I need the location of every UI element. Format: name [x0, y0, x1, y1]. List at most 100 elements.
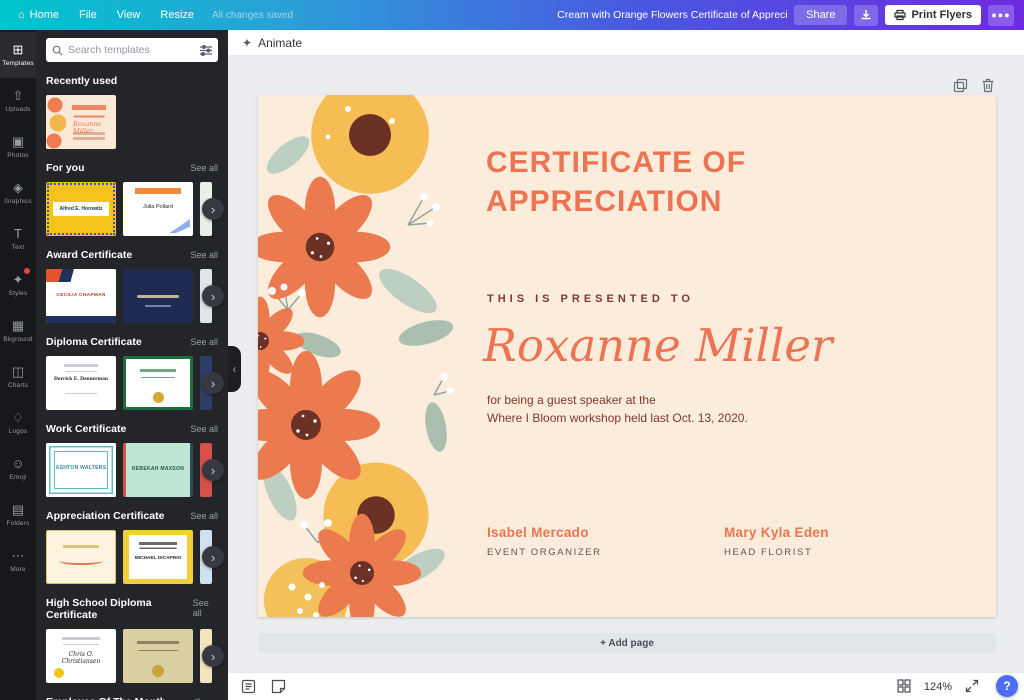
- graphics-icon: ◈: [13, 181, 23, 195]
- template-thumbnail[interactable]: [123, 629, 193, 683]
- download-button[interactable]: [854, 5, 878, 26]
- grid-view-icon: [897, 679, 911, 693]
- panel-collapse-handle[interactable]: ‹: [228, 346, 241, 392]
- template-thumbnail[interactable]: ASHTON WALTERS: [46, 443, 116, 497]
- sidebar-item-charts[interactable]: ◫Charts: [0, 354, 36, 400]
- template-thumbnail[interactable]: CECILIA CHAPMAN: [46, 269, 116, 323]
- print-flyers-button[interactable]: Print Flyers: [885, 5, 981, 25]
- template-thumbnail[interactable]: [123, 356, 193, 410]
- search-box: [46, 38, 218, 62]
- fullscreen-button[interactable]: [964, 679, 980, 695]
- canvas-area: CERTIFICATE OF APPRECIATION THIS IS PRES…: [228, 56, 1024, 672]
- certificate-title[interactable]: CERTIFICATE OF APPRECIATION: [486, 143, 746, 221]
- menu-resize[interactable]: Resize: [150, 0, 204, 30]
- pages-view-button[interactable]: [240, 679, 256, 695]
- rail-item-label: Styles: [9, 290, 28, 297]
- filter-icon[interactable]: [200, 45, 212, 56]
- section-title: Diploma Certificate: [46, 336, 142, 348]
- menu-file[interactable]: File: [69, 0, 107, 30]
- template-section: Award CertificateSee allCECILIA CHAPMAN›: [46, 249, 218, 323]
- printer-icon: [894, 9, 906, 21]
- help-button[interactable]: ?: [996, 675, 1018, 697]
- signature-name: Mary Kyla Eden: [724, 525, 829, 540]
- statusbar: 124%: [228, 672, 1024, 700]
- see-all-link[interactable]: See all: [190, 337, 218, 347]
- animate-button[interactable]: ✦ Animate: [242, 36, 302, 50]
- sidebar-item-more[interactable]: ⋯More: [0, 538, 36, 584]
- delete-page-button[interactable]: [980, 78, 996, 94]
- topbar-more-button[interactable]: ●●●: [988, 5, 1014, 26]
- sidebar-item-text[interactable]: TText: [0, 216, 36, 262]
- sidebar-item-logos[interactable]: ♢Logos: [0, 400, 36, 446]
- scroll-right-button[interactable]: ›: [202, 285, 224, 307]
- template-sections: Recently usedRoxanne MillerFor youSee al…: [46, 75, 218, 700]
- animate-label: Animate: [258, 36, 302, 50]
- template-section: Employee Of The Month CertificateSee all: [46, 696, 218, 700]
- sidebar-item-photos[interactable]: ▣Photos: [0, 124, 36, 170]
- zoom-level[interactable]: 124%: [924, 681, 952, 693]
- rail-item-label: Charts: [8, 382, 28, 389]
- signature-block-1[interactable]: Isabel Mercado EVENT ORGANIZER: [487, 525, 602, 558]
- document-title[interactable]: Cream with Orange Flowers Certificate of…: [557, 9, 787, 21]
- template-thumbnail[interactable]: MICHAEL DICAPRIO: [123, 530, 193, 584]
- see-all-link[interactable]: See all: [193, 598, 218, 618]
- scroll-right-button[interactable]: ›: [202, 459, 224, 481]
- rail-item-label: More: [10, 566, 26, 573]
- template-thumbnail-name: Alfred E. Horowitz: [46, 206, 116, 213]
- question-mark-icon: ?: [1003, 679, 1010, 693]
- scroll-right-button[interactable]: ›: [202, 198, 224, 220]
- sidebar-item-folders[interactable]: ▤Folders: [0, 492, 36, 538]
- certificate-page[interactable]: CERTIFICATE OF APPRECIATION THIS IS PRES…: [258, 95, 996, 617]
- template-thumbnail[interactable]: Chris O. Christiansen: [46, 629, 116, 683]
- menu-view[interactable]: View: [107, 0, 151, 30]
- animate-icon: ✦: [242, 36, 252, 50]
- rail-item-label: Bkground: [3, 336, 32, 343]
- template-thumbnail[interactable]: Roxanne Miller: [46, 95, 116, 149]
- template-thumbnail-name: Chris O. Christiansen: [46, 651, 116, 665]
- template-thumbnail[interactable]: Julia Pollard: [123, 182, 193, 236]
- see-all-link[interactable]: See all: [190, 250, 218, 260]
- add-page-button[interactable]: + Add page: [258, 633, 996, 653]
- grid-view-button[interactable]: [896, 679, 912, 695]
- share-button[interactable]: Share: [794, 5, 847, 25]
- template-thumbnail-name: Julia Pollard: [123, 204, 193, 211]
- page-actions: [952, 78, 996, 94]
- sidebar-item-styles[interactable]: ✦ Styles: [0, 262, 36, 308]
- template-thumbnail[interactable]: Alfred E. Horowitz: [46, 182, 116, 236]
- thumbnail-row: Chris O. Christiansen›: [46, 629, 218, 683]
- rail-item-label: Logos: [9, 428, 28, 435]
- editor-toolbar: ✦ Animate: [228, 30, 1024, 56]
- recipient-name[interactable]: Roxanne Miller: [483, 319, 832, 372]
- photos-icon: ▣: [12, 135, 24, 149]
- see-all-link[interactable]: See all: [190, 163, 218, 173]
- floral-illustration: [258, 95, 476, 617]
- more-dots-icon: ●●●: [991, 10, 1010, 20]
- template-thumbnail[interactable]: Derrick E. Dennerman: [46, 356, 116, 410]
- template-thumbnail[interactable]: [123, 269, 193, 323]
- menu-home[interactable]: ⌂Home: [8, 0, 69, 30]
- scroll-right-button[interactable]: ›: [202, 372, 224, 394]
- sidebar-item-bkground[interactable]: ▦Bkground: [0, 308, 36, 354]
- section-title: For you: [46, 162, 85, 174]
- search-input[interactable]: [68, 44, 195, 56]
- template-thumbnail[interactable]: [46, 530, 116, 584]
- sidebar-item-emoji[interactable]: ☺Emoji: [0, 446, 36, 492]
- sidebar-item-templates[interactable]: ⊞Templates: [0, 32, 36, 78]
- section-title: High School Diploma Certificate: [46, 597, 193, 621]
- styles-icon: ✦: [13, 273, 24, 287]
- topbar-menus: ⌂HomeFileViewResize: [8, 0, 204, 30]
- sidebar-item-graphics[interactable]: ◈Graphics: [0, 170, 36, 216]
- uploads-icon: ⇧: [13, 89, 24, 103]
- template-thumbnail[interactable]: REBEKAH MAXSON: [123, 443, 193, 497]
- certificate-body-text[interactable]: for being a guest speaker at the Where I…: [487, 391, 748, 427]
- see-all-link[interactable]: See all: [190, 424, 218, 434]
- duplicate-page-button[interactable]: [952, 78, 968, 94]
- signature-block-2[interactable]: Mary Kyla Eden HEAD FLORIST: [724, 525, 829, 558]
- scroll-right-button[interactable]: ›: [202, 546, 224, 568]
- sidebar-item-uploads[interactable]: ⇧Uploads: [0, 78, 36, 124]
- rail-item-label: Templates: [2, 60, 33, 67]
- see-all-link[interactable]: See all: [190, 511, 218, 521]
- scroll-right-button[interactable]: ›: [202, 645, 224, 667]
- notes-button[interactable]: [270, 679, 286, 695]
- presented-to-label[interactable]: THIS IS PRESENTED TO: [487, 293, 694, 305]
